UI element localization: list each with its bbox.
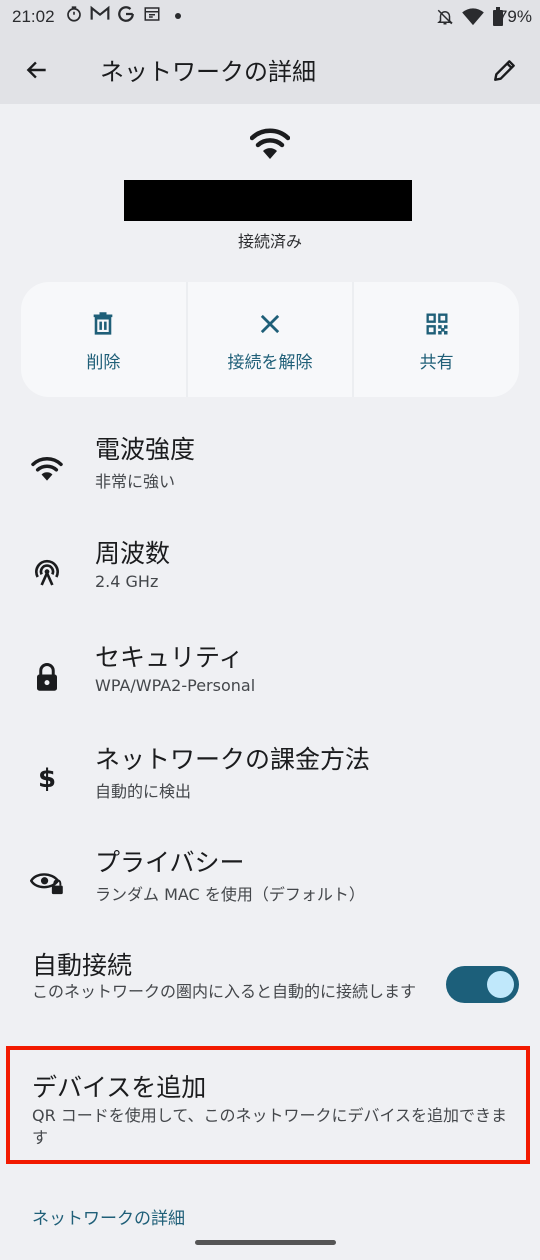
antenna-icon	[30, 556, 64, 590]
add-device-description: QR コードを使用して、このネットワークにデバイスを追加できます	[32, 1106, 508, 1147]
trash-icon	[93, 312, 113, 335]
privacy-value: ランダム MAC を使用（デフォルト）	[95, 885, 365, 904]
signal-strength-row: 電波強度 非常に強い	[0, 430, 540, 530]
frequency-value: 2.4 GHz	[95, 572, 159, 591]
delete-button[interactable]: 削除	[21, 282, 186, 397]
arrow-back-icon	[26, 61, 46, 79]
system-icons	[436, 7, 504, 32]
bell-off-icon	[436, 7, 454, 32]
metered-title: ネットワークの課金方法	[95, 745, 371, 774]
timer-icon	[64, 5, 84, 27]
close-icon	[260, 314, 280, 334]
redacted-network-name	[124, 180, 412, 221]
connection-status: 接続済み	[237, 232, 302, 251]
auto-connect-toggle[interactable]	[446, 966, 519, 1003]
security-title: セキュリティ	[95, 643, 244, 672]
gmail-icon	[90, 5, 110, 27]
delete-label: 削除	[86, 353, 121, 373]
status-bar: 21:02 79%	[0, 0, 540, 34]
privacy-title: プライバシー	[95, 848, 245, 877]
add-device-title: デバイスを追加	[32, 1073, 207, 1102]
auto-connect-description: このネットワークの圏内に入ると自動的に接続します	[32, 982, 417, 1001]
page-title: ネットワークの詳細	[100, 58, 316, 86]
qr-code-icon	[426, 313, 448, 335]
status-time: 21:02	[12, 7, 55, 26]
home-indicator[interactable]	[195, 1240, 336, 1245]
privacy-eye-icon	[30, 865, 64, 899]
calendar-icon	[142, 5, 162, 27]
disconnect-label: 接続を解除	[227, 353, 313, 373]
signal-strength-title: 電波強度	[95, 435, 196, 464]
metered-value: 自動的に検出	[95, 782, 192, 801]
edit-button[interactable]	[486, 51, 524, 89]
disconnect-button[interactable]: 接続を解除	[185, 282, 353, 397]
notification-icons	[64, 5, 188, 27]
wifi-status-icon	[462, 8, 484, 31]
toggle-knob	[487, 971, 514, 998]
network-details-link[interactable]: ネットワークの詳細	[32, 1204, 185, 1229]
dollar-icon: $	[37, 764, 57, 794]
signal-strength-value: 非常に強い	[95, 472, 176, 491]
wifi-signal-icon	[250, 128, 290, 159]
action-card: 削除 接続を解除 共有	[21, 282, 519, 397]
auto-connect-title: 自動接続	[32, 951, 133, 980]
share-button[interactable]: 共有	[352, 282, 519, 397]
frequency-row: 周波数 2.4 GHz	[0, 534, 540, 634]
app-bar: ネットワークの詳細	[0, 34, 540, 104]
network-details-screen: 21:02 79% ネットワークの詳細 接続済み 削除 接続を解除 共有 電波強…	[0, 0, 540, 1260]
privacy-row: プライバシー ランダム MAC を使用（デフォルト）	[0, 843, 540, 943]
lock-icon	[30, 660, 64, 694]
security-row: セキュリティ WPA/WPA2-Personal	[0, 638, 540, 738]
metered-row: $ ネットワークの課金方法 自動的に検出	[0, 740, 540, 840]
pencil-icon	[494, 60, 515, 81]
dot-icon	[168, 5, 188, 27]
back-button[interactable]	[18, 51, 56, 89]
battery-percentage: 79%	[497, 7, 532, 26]
share-label: 共有	[419, 353, 454, 373]
security-value: WPA/WPA2-Personal	[95, 676, 256, 695]
wifi-icon	[30, 452, 64, 486]
google-icon	[116, 5, 136, 27]
frequency-title: 周波数	[95, 539, 171, 568]
